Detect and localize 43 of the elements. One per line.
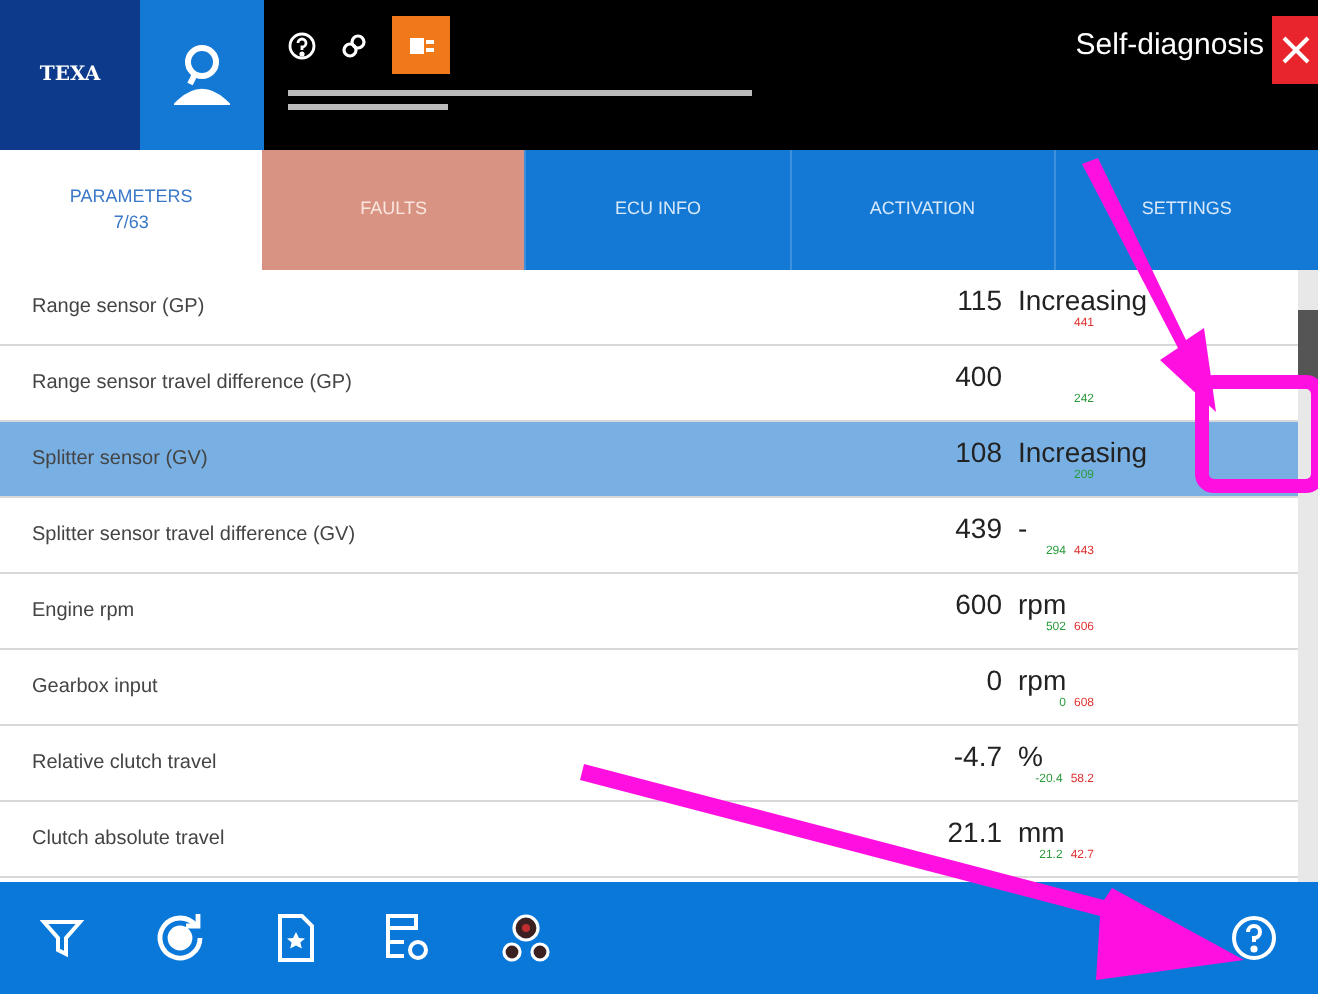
tab[interactable]: SETTINGS — [1053, 150, 1318, 270]
parameter-name: Range sensor travel difference (GP) — [32, 370, 354, 398]
molecule-icon[interactable] — [500, 912, 552, 964]
parameter-value: 400 — [955, 359, 1002, 391]
close-button[interactable] — [1272, 16, 1318, 84]
parameter-name: Engine rpm — [32, 598, 137, 626]
parameter-value: -4.7 — [953, 739, 1002, 771]
parameter-value: 108 — [955, 435, 1002, 467]
parameter-unit: - — [1018, 511, 1030, 543]
starred-document-icon[interactable] — [276, 914, 316, 962]
screen-title: Self-diagnosis — [1075, 26, 1264, 66]
close-icon — [1281, 36, 1309, 64]
list-settings-icon[interactable] — [384, 912, 432, 964]
tab[interactable]: ECU INFO — [524, 150, 790, 270]
parameter-value: 439 — [955, 511, 1002, 543]
diagnosis-button[interactable] — [140, 0, 264, 150]
help-icon[interactable] — [288, 31, 316, 59]
parameter-unit: Increasing — [1018, 435, 1150, 467]
scrollbar[interactable] — [1298, 270, 1318, 882]
circular-arrow-icon[interactable] — [152, 910, 208, 966]
link-icon[interactable] — [340, 31, 368, 59]
parameter-unit: Increasing — [1018, 283, 1150, 315]
parameter-name: Clutch absolute travel — [32, 826, 227, 854]
connection-button[interactable] — [392, 16, 450, 74]
parameter-value: 0 — [986, 663, 1002, 695]
plug-icon — [407, 33, 435, 57]
filter-icon[interactable] — [40, 916, 84, 960]
tab[interactable]: ACTIVATION — [789, 150, 1054, 270]
parameter-name: Range sensor (GP) — [32, 294, 207, 322]
parameter-unit: % — [1018, 739, 1045, 771]
parameter-value: 600 — [955, 587, 1002, 619]
parameter-unit: rpm — [1018, 663, 1069, 695]
search-icon — [174, 41, 230, 109]
parameter-name: Splitter sensor (GV) — [32, 446, 210, 474]
highlight-frame — [1195, 375, 1318, 493]
parameter-value: 21.1 — [947, 815, 1002, 847]
parameter-name: Gearbox input — [32, 674, 160, 702]
parameter-value: 115 — [957, 283, 1002, 315]
parameter-name: Relative clutch travel — [32, 750, 219, 778]
brand-logo: TEXA — [0, 0, 140, 150]
parameter-name: Splitter sensor travel difference (GV) — [32, 522, 358, 550]
parameter-unit: rpm — [1018, 587, 1069, 619]
parameter-unit: mm — [1018, 815, 1067, 847]
